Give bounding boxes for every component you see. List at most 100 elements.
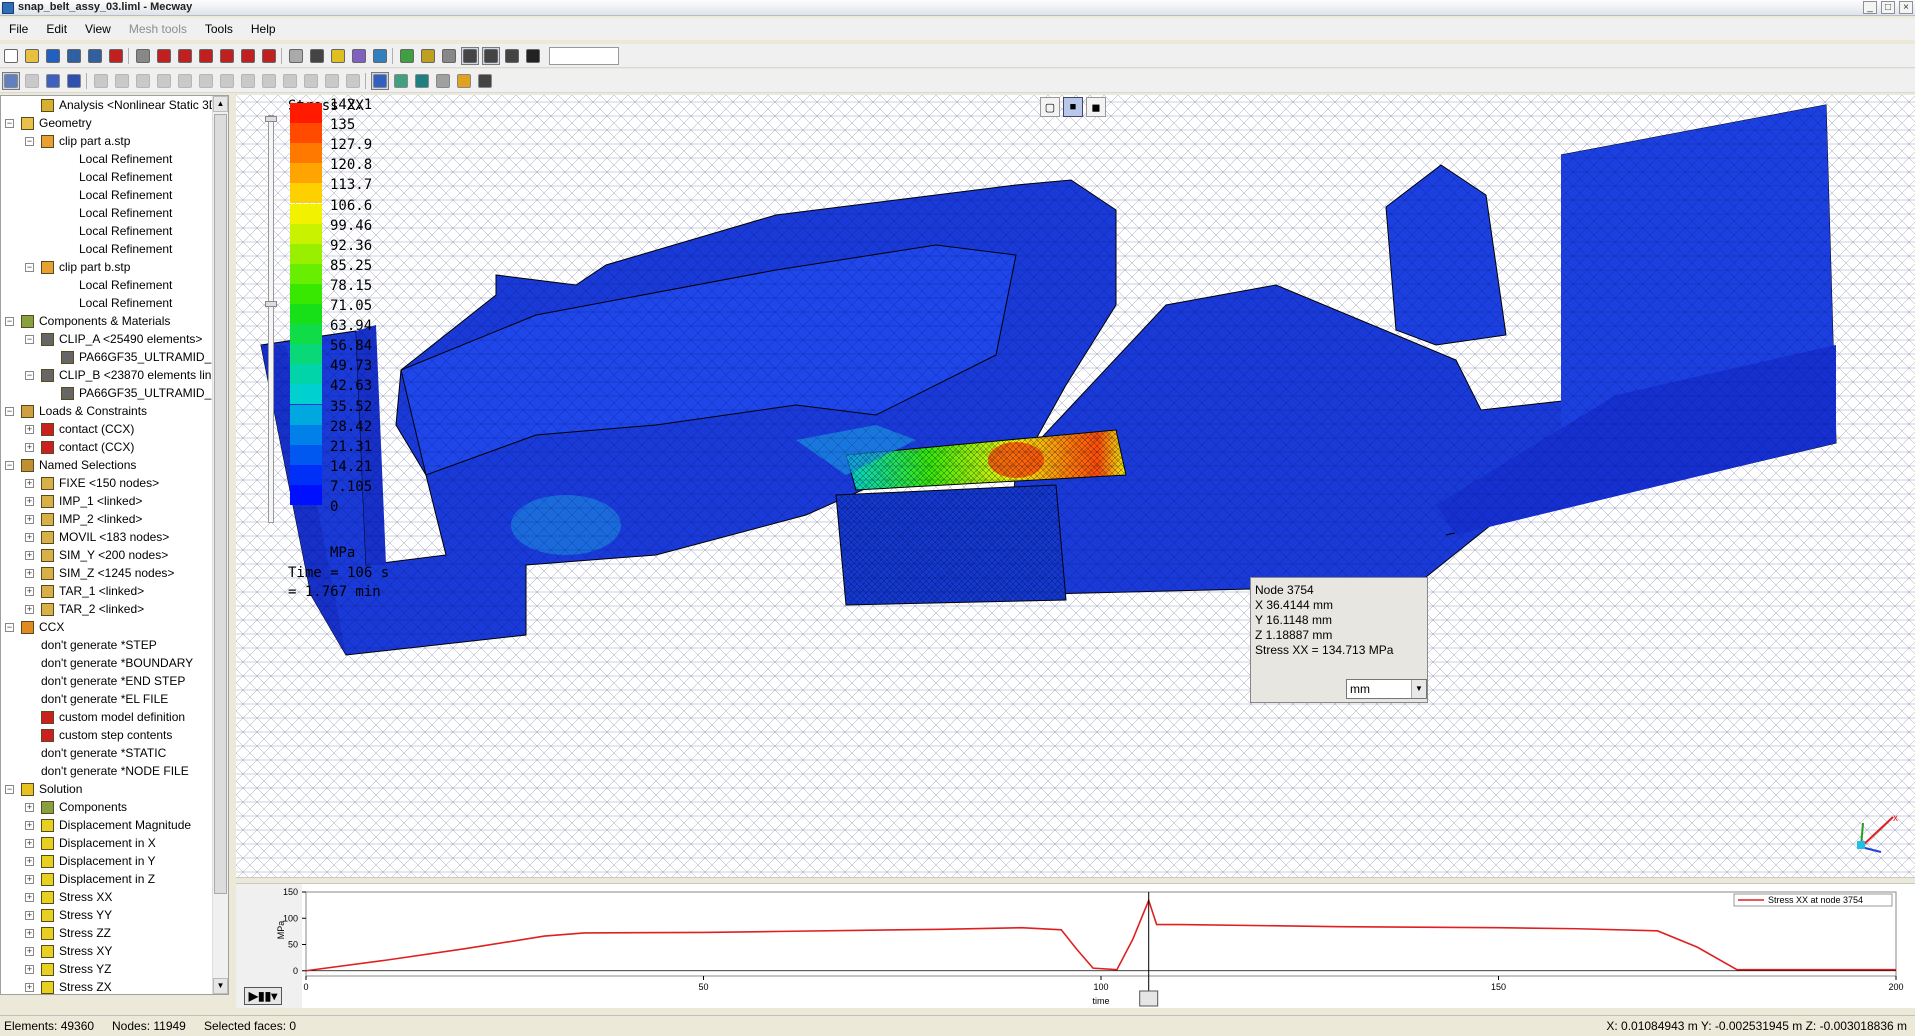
expand-icon[interactable]: +	[25, 587, 34, 596]
menu-item-edit[interactable]: Edit	[37, 18, 76, 40]
tree-item[interactable]: − Solution	[1, 781, 211, 798]
expand-icon[interactable]: +	[25, 569, 34, 578]
tree-item[interactable]: + contact (CCX)	[1, 421, 211, 438]
tree-item[interactable]: custom step contents	[1, 727, 211, 744]
toolbar-button-12[interactable]	[239, 47, 257, 65]
tree-item[interactable]: Local Refinement	[1, 205, 211, 222]
toolbar-button-2[interactable]	[23, 47, 41, 65]
collapse-icon[interactable]: −	[5, 407, 14, 416]
toolbar-button-7[interactable]	[134, 47, 152, 65]
selection-tool-18[interactable]	[371, 72, 389, 90]
selection-tool-1[interactable]	[2, 72, 20, 90]
model-tree[interactable]: Analysis <Nonlinear Static 3D> − Geometry −…	[0, 95, 229, 995]
toolbar-button-4[interactable]	[65, 47, 83, 65]
tree-item[interactable]: PA66GF35_ULTRAMID_BA	[1, 385, 227, 402]
tree-item[interactable]: Local Refinement	[1, 277, 211, 294]
expand-icon[interactable]: +	[25, 551, 34, 560]
menu-item-tools[interactable]: Tools	[196, 18, 242, 40]
toolbar-button-10[interactable]	[197, 47, 215, 65]
tree-item[interactable]: don't generate *STEP	[1, 637, 211, 654]
close-button[interactable]: ×	[1899, 1, 1913, 14]
toolbar-button-15[interactable]	[308, 47, 326, 65]
tree-item[interactable]: + Stress XY	[1, 943, 211, 960]
toolbar-button-11[interactable]	[218, 47, 236, 65]
tree-item[interactable]: − clip part a.stp	[1, 133, 211, 150]
mesh-model[interactable]	[236, 95, 1915, 877]
expand-icon[interactable]: +	[25, 965, 34, 974]
tree-item[interactable]: + contact (CCX)	[1, 439, 211, 456]
tree-item[interactable]: don't generate *EL FILE	[1, 691, 211, 708]
selection-tool-20[interactable]	[413, 72, 431, 90]
menu-item-help[interactable]: Help	[242, 18, 285, 40]
collapse-icon[interactable]: −	[5, 785, 14, 794]
selection-tool-6[interactable]	[113, 72, 131, 90]
toolbar-button-21[interactable]	[440, 47, 458, 65]
solid-view-icon[interactable]: ■	[1063, 97, 1083, 117]
toolbar-button-25[interactable]	[524, 47, 542, 65]
shaded-view-icon[interactable]: ◼	[1086, 97, 1106, 117]
selection-tool-16[interactable]	[323, 72, 341, 90]
wireframe-view-icon[interactable]: ▢	[1040, 97, 1060, 117]
expand-icon[interactable]: +	[25, 821, 34, 830]
tree-item[interactable]: don't generate *BOUNDARY	[1, 655, 211, 672]
expand-icon[interactable]: +	[25, 515, 34, 524]
toolbar-button-16[interactable]	[329, 47, 347, 65]
selection-tool-5[interactable]	[92, 72, 110, 90]
tree-item[interactable]: − CLIP_A <25490 elements>	[1, 331, 211, 348]
selection-tool-14[interactable]	[281, 72, 299, 90]
selection-tool-2[interactable]	[23, 72, 41, 90]
tree-item[interactable]: − CCX	[1, 619, 211, 636]
menu-item-view[interactable]: View	[76, 18, 120, 40]
expand-icon[interactable]: +	[25, 803, 34, 812]
maximize-button[interactable]: □	[1881, 1, 1895, 14]
tree-item[interactable]: − Named Selections	[1, 457, 211, 474]
tree-item[interactable]: PA66GF35_ULTRAMID_BA	[1, 349, 227, 366]
collapse-icon[interactable]: −	[25, 335, 34, 344]
tree-item[interactable]: + Stress XX	[1, 889, 211, 906]
legend-max-handle[interactable]	[265, 116, 277, 122]
tree-item[interactable]: + Stress YZ	[1, 961, 211, 978]
scroll-up-arrow-icon[interactable]: ▲	[213, 96, 228, 112]
tree-item[interactable]: Analysis <Nonlinear Static 3D>	[1, 97, 224, 114]
tree-item[interactable]: Local Refinement	[1, 187, 211, 204]
toolbar-button-22[interactable]	[461, 47, 479, 65]
scroll-thumb[interactable]	[214, 114, 227, 894]
frame-scroll[interactable]	[549, 47, 619, 65]
tree-scrollbar[interactable]: ▲ ▼	[212, 96, 228, 994]
toolbar-button-9[interactable]	[176, 47, 194, 65]
time-history-plot[interactable]: ▶▮▮▾ 0 50 100 150 0 50 100 150 200 time MPa Stress …	[236, 884, 1915, 1008]
collapse-icon[interactable]: −	[5, 119, 14, 128]
tree-item[interactable]: + Stress ZZ	[1, 925, 211, 942]
tree-item[interactable]: + IMP_2 <linked>	[1, 511, 211, 528]
tree-item[interactable]: − Geometry	[1, 115, 211, 132]
expand-icon[interactable]: +	[25, 893, 34, 902]
tree-item[interactable]: Local Refinement	[1, 295, 211, 312]
collapse-icon[interactable]: −	[5, 461, 14, 470]
time-history-chart[interactable]: 0501001500 50 100 150 200timeMPaStress XX at…	[236, 884, 1915, 1008]
collapse-icon[interactable]: −	[5, 317, 14, 326]
selection-tool-7[interactable]	[134, 72, 152, 90]
tree-item[interactable]: don't generate *NODE FILE	[1, 763, 211, 780]
collapse-icon[interactable]: −	[5, 623, 14, 632]
tree-item[interactable]: + TAR_2 <linked>	[1, 601, 211, 618]
toolbar-button-17[interactable]	[350, 47, 368, 65]
toolbar-button-13[interactable]	[260, 47, 278, 65]
tree-item[interactable]: + Displacement in X	[1, 835, 211, 852]
selection-tool-8[interactable]	[155, 72, 173, 90]
expand-icon[interactable]: +	[25, 425, 34, 434]
tree-item[interactable]: + Displacement in Y	[1, 853, 211, 870]
scroll-down-arrow-icon[interactable]: ▼	[213, 978, 228, 994]
toolbar-button-19[interactable]	[398, 47, 416, 65]
tree-item[interactable]: + SIM_Y <200 nodes>	[1, 547, 211, 564]
expand-icon[interactable]: +	[25, 875, 34, 884]
selection-tool-23[interactable]	[476, 72, 494, 90]
tree-item[interactable]: + Components	[1, 799, 211, 816]
selection-tool-19[interactable]	[392, 72, 410, 90]
expand-icon[interactable]: +	[25, 443, 34, 452]
tree-item[interactable]: − Components & Materials	[1, 313, 211, 330]
tree-item[interactable]: + Displacement Magnitude	[1, 817, 211, 834]
expand-icon[interactable]: +	[25, 605, 34, 614]
tree-item[interactable]: + Stress ZX	[1, 979, 211, 994]
toolbar-button-20[interactable]	[419, 47, 437, 65]
expand-icon[interactable]: +	[25, 839, 34, 848]
